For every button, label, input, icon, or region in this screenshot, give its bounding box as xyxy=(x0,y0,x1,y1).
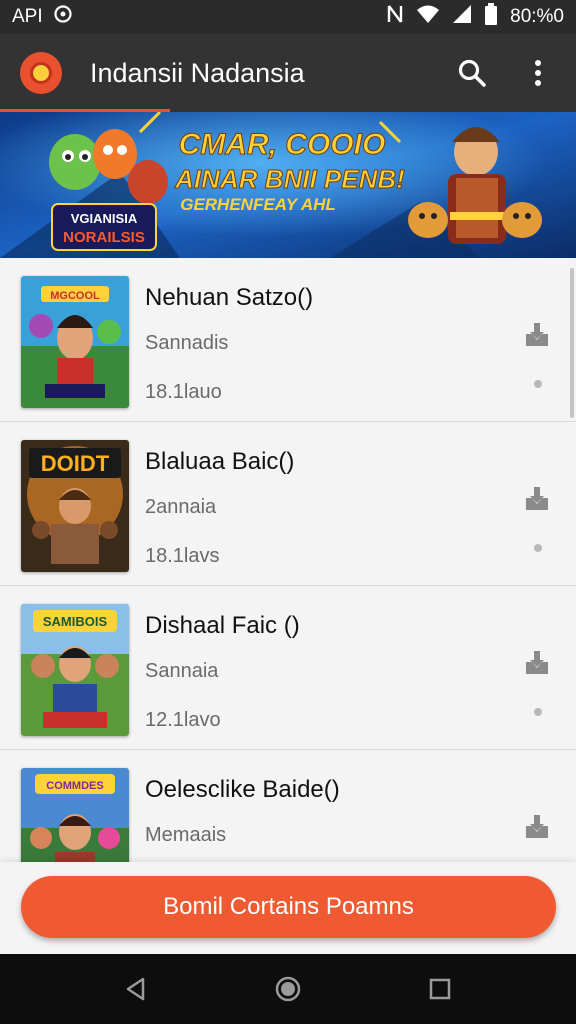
promo-banner[interactable]: VGIANISIA NORAILSIS CMAR, COOIO AINAR BN… xyxy=(0,112,576,258)
item-title: Oelesclike Baide() xyxy=(145,776,340,803)
download-icon[interactable] xyxy=(522,812,552,842)
item-meta: 12.1lavo xyxy=(145,709,221,731)
banner-art: VGIANISIA NORAILSIS CMAR, COOIO AINAR BN… xyxy=(0,112,576,258)
target-icon xyxy=(53,4,73,30)
battery-icon xyxy=(484,3,498,31)
banner-headline-1: CMAR, COOIO xyxy=(179,128,386,161)
item-title: Blaluaa Baic() xyxy=(145,448,295,475)
item-meta: 18.1lavs xyxy=(145,545,220,567)
item-subtitle: Sannadis xyxy=(145,332,229,354)
item-title: Dishaal Faic () xyxy=(145,612,300,639)
app-title: Indansii Nadansia xyxy=(90,57,305,88)
svg-text:SAMIBOIS: SAMIBOIS xyxy=(43,614,108,629)
item-thumbnail: MGCOOL xyxy=(21,276,129,408)
svg-text:MGCOOL: MGCOOL xyxy=(50,290,100,302)
more-vert-icon[interactable] xyxy=(520,55,556,91)
banner-badge-1: VGIANISIA xyxy=(71,211,138,226)
svg-text:COMMDES: COMMDES xyxy=(46,780,103,792)
item-thumbnail: SAMIBOIS xyxy=(21,604,129,736)
banner-badge-2: NORAILSIS xyxy=(63,229,145,246)
content-list: MGCOOL Nehuan Satzo() Sannadis 18.1lauo … xyxy=(0,258,576,862)
item-subtitle: Sannaia xyxy=(145,660,219,682)
bottom-action-area: Bomil Cortains Poamns xyxy=(0,862,576,954)
status-api-label: API xyxy=(12,6,43,27)
item-indicator-dot xyxy=(534,544,542,552)
download-icon[interactable] xyxy=(522,320,552,350)
download-icon[interactable] xyxy=(522,484,552,514)
svg-text:DOIDT: DOIDT xyxy=(41,451,110,476)
item-indicator-dot xyxy=(534,380,542,388)
nfc-icon xyxy=(386,4,404,30)
banner-headline-2: AINAR BNII PENB! xyxy=(174,164,405,194)
status-time: 80:%0 xyxy=(510,6,564,27)
list-item[interactable]: MGCOOL Nehuan Satzo() Sannadis 18.1lauo xyxy=(0,258,576,422)
item-thumbnail: DOIDT xyxy=(21,440,129,572)
item-subtitle: 2annaia xyxy=(145,496,217,518)
list-item[interactable]: SAMIBOIS Dishaal Faic () Sannaia 12.1lav… xyxy=(0,586,576,750)
back-icon[interactable] xyxy=(114,967,158,1011)
status-bar: API 80:%0 xyxy=(0,0,576,34)
item-meta: 18.1lauo xyxy=(145,381,222,403)
wifi-icon xyxy=(416,4,440,30)
item-subtitle: Memaais xyxy=(145,824,227,846)
signal-icon xyxy=(452,4,472,30)
app-logo[interactable] xyxy=(20,52,62,94)
system-nav-bar xyxy=(0,954,576,1024)
banner-headline-3: GERHENFEAY AHL xyxy=(180,195,336,214)
download-icon[interactable] xyxy=(522,648,552,678)
list-item[interactable]: DOIDT Blaluaa Baic() 2annaia 18.1lavs xyxy=(0,422,576,586)
item-title: Nehuan Satzo() xyxy=(145,284,314,311)
primary-action-button[interactable]: Bomil Cortains Poamns xyxy=(21,876,556,938)
item-thumbnail: COMMDES xyxy=(21,768,129,862)
item-indicator-dot xyxy=(534,708,542,716)
app-bar: Indansii Nadansia xyxy=(0,34,576,112)
search-icon[interactable] xyxy=(454,55,490,91)
list-item[interactable]: COMMDES Oelesclike Baide() Memaais xyxy=(0,750,576,862)
home-icon[interactable] xyxy=(266,967,310,1011)
recents-icon[interactable] xyxy=(418,967,462,1011)
